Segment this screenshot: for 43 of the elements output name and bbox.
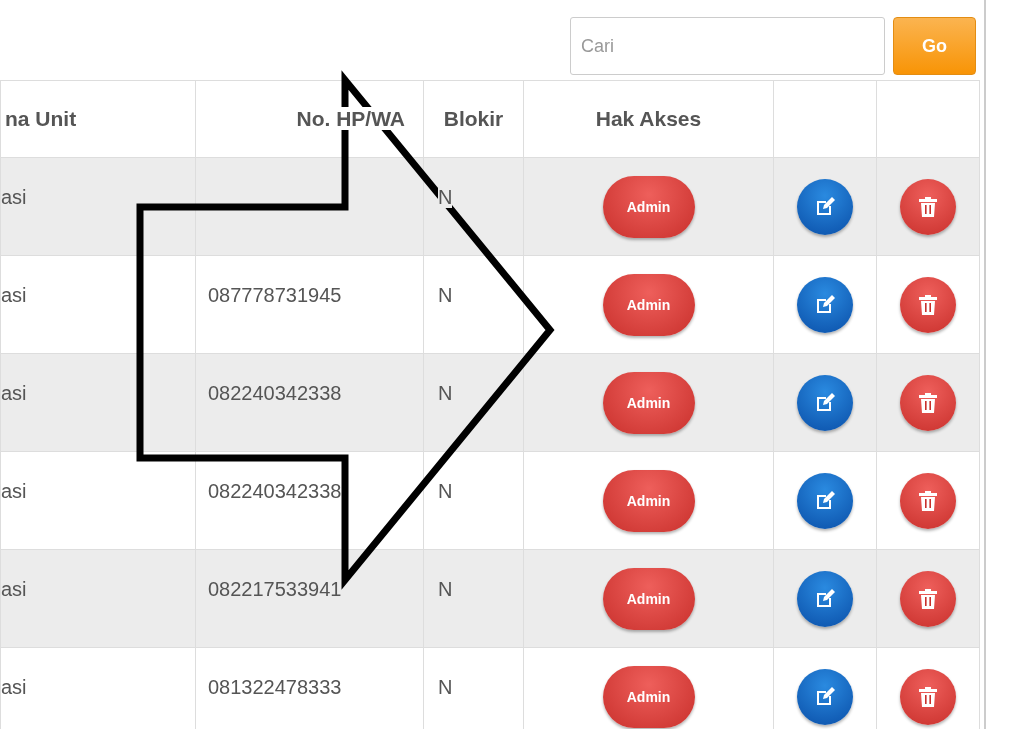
edit-button[interactable]	[797, 178, 853, 235]
table-cell: N	[438, 676, 453, 698]
edit-icon	[814, 489, 836, 512]
edit-button[interactable]	[797, 668, 853, 725]
edit-icon	[814, 293, 836, 316]
column-header: No. HP/WA	[296, 107, 405, 130]
edit-icon	[814, 587, 836, 610]
delete-button[interactable]	[900, 374, 956, 431]
trash-icon	[918, 587, 938, 610]
search-field[interactable]: Cari	[570, 17, 885, 75]
admin-button[interactable]: Admin	[602, 469, 695, 532]
delete-button[interactable]	[900, 472, 956, 529]
edit-button[interactable]	[797, 276, 853, 333]
edit-icon	[814, 195, 836, 218]
admin-button[interactable]: Admin	[602, 273, 695, 336]
table-cell: 081322478333	[208, 676, 342, 698]
edit-icon	[814, 685, 836, 708]
admin-button[interactable]: Admin	[602, 567, 695, 630]
trash-icon	[918, 489, 938, 512]
table-cell: N	[438, 284, 453, 306]
edit-button[interactable]	[797, 374, 853, 431]
trash-icon	[918, 195, 938, 218]
table-cell: asi	[1, 284, 27, 306]
delete-button[interactable]	[900, 570, 956, 627]
delete-button[interactable]	[900, 276, 956, 333]
delete-button[interactable]	[900, 668, 956, 725]
trash-icon	[918, 391, 938, 414]
edit-button[interactable]	[797, 472, 853, 529]
table-cell: asi	[1, 676, 27, 698]
table-cell: N	[438, 480, 453, 502]
go-button[interactable]: Go	[893, 17, 976, 75]
trash-icon	[918, 685, 938, 708]
table-cell: asi	[1, 480, 27, 502]
table-cell: 082240342338	[208, 480, 342, 502]
admin-button[interactable]: Admin	[602, 371, 695, 434]
delete-button[interactable]	[900, 178, 956, 235]
admin-button[interactable]: Admin	[602, 665, 695, 728]
edit-button[interactable]	[797, 570, 853, 627]
admin-button[interactable]: Admin	[602, 175, 695, 238]
table-cell: N	[438, 186, 453, 208]
table-cell: 087778731945	[208, 284, 342, 306]
edit-icon	[814, 391, 836, 414]
trash-icon	[918, 293, 938, 316]
